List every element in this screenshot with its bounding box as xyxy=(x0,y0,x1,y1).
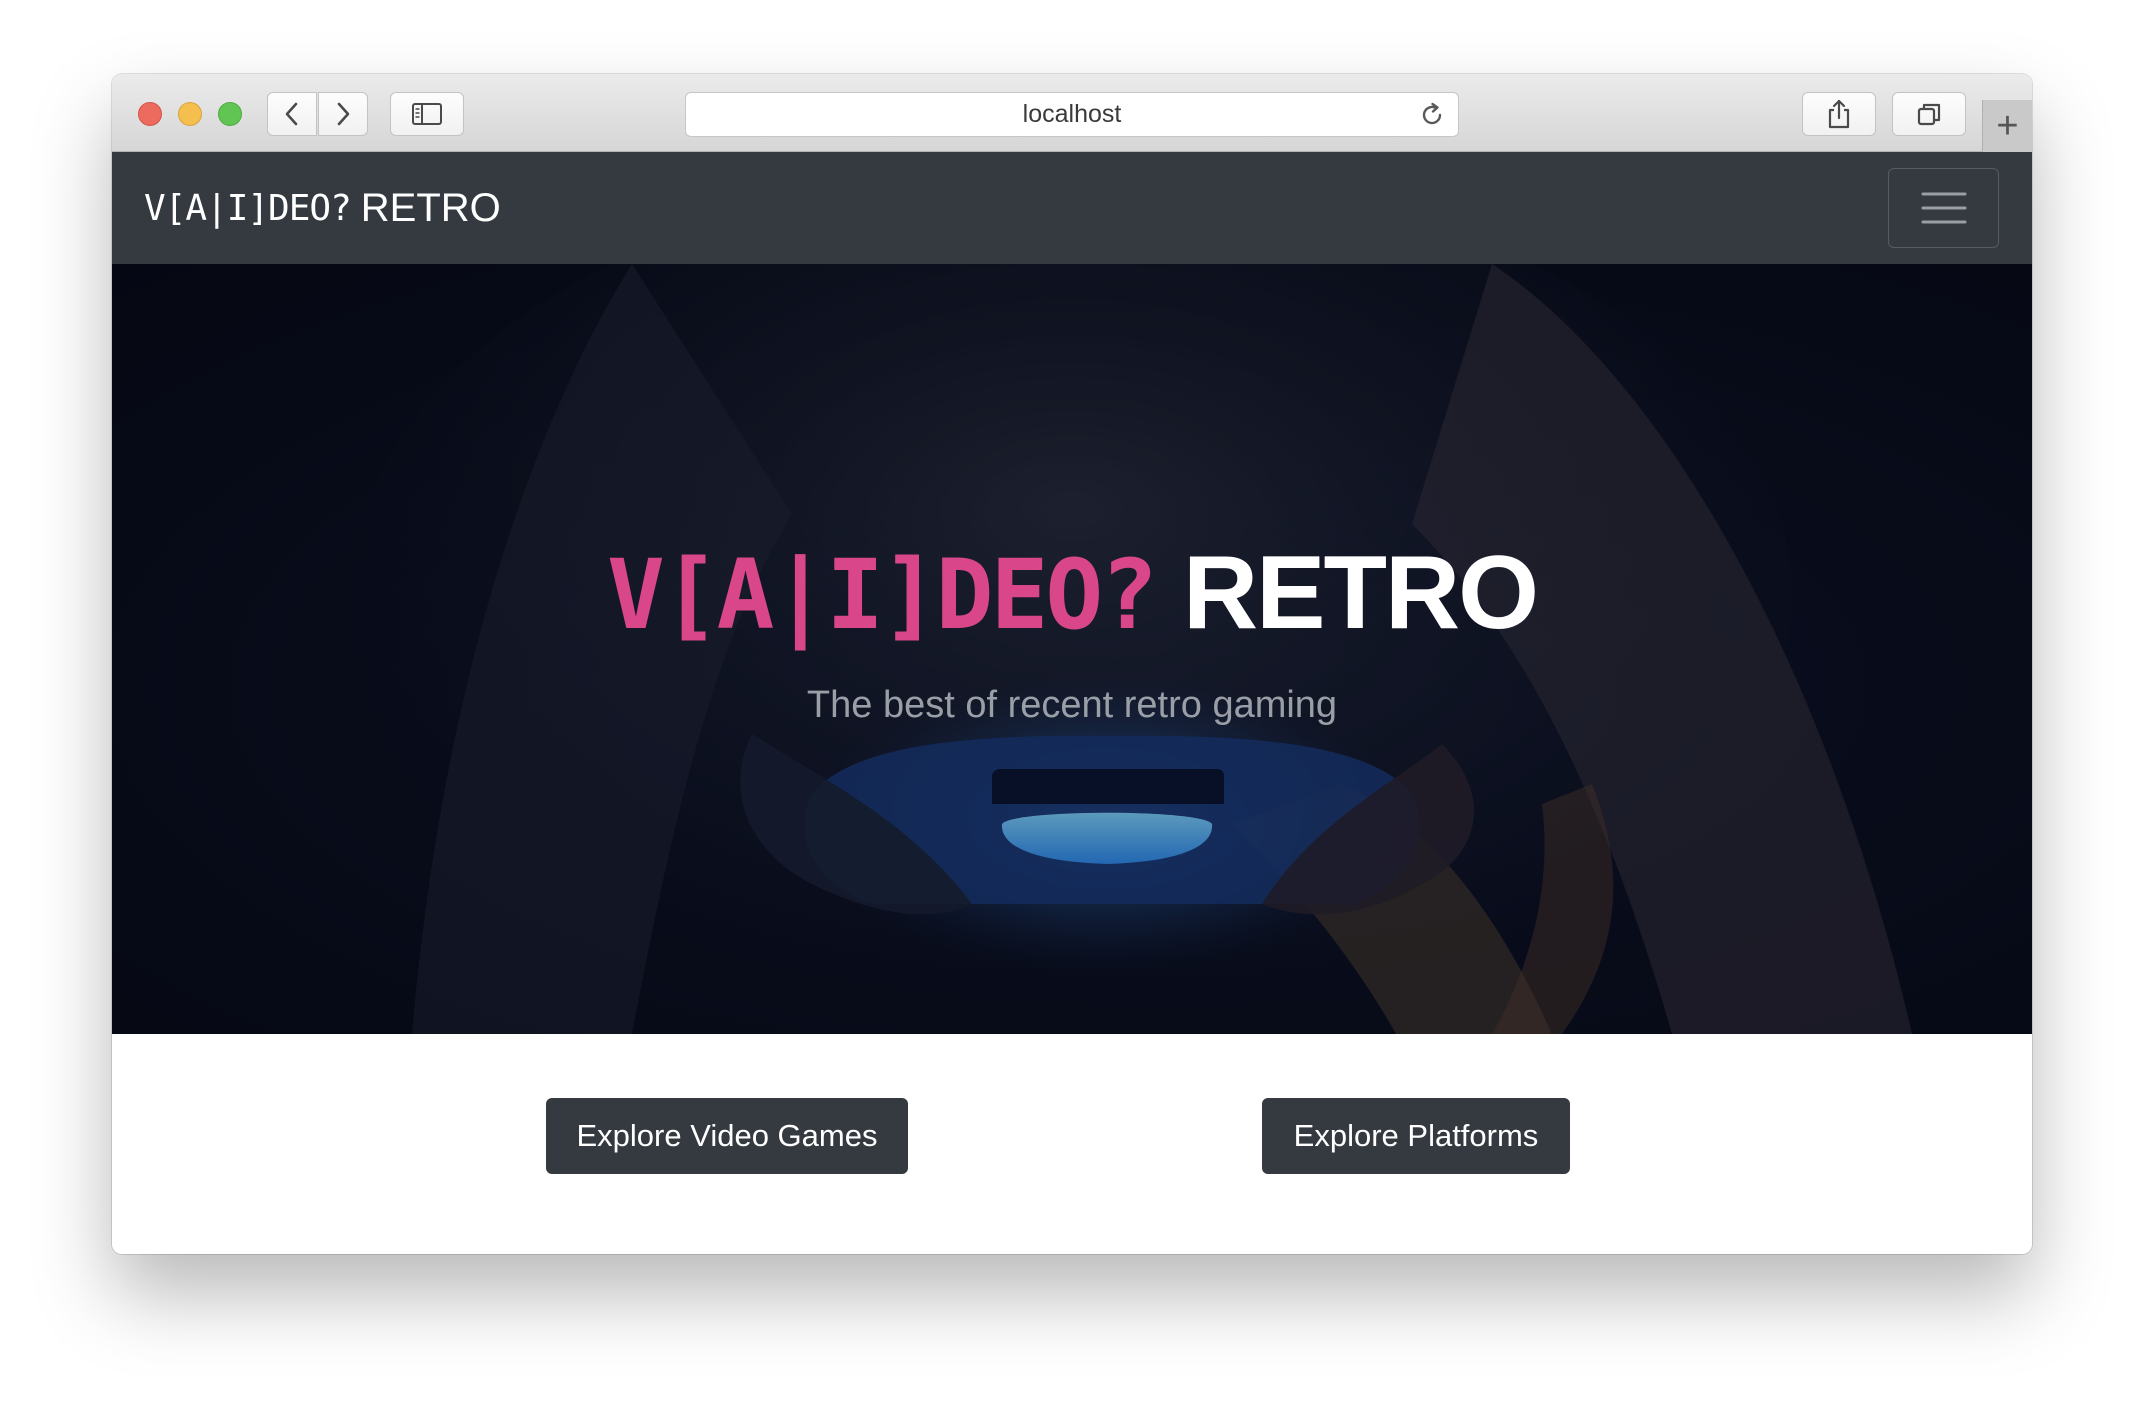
page-viewport: V[A|I]DEO? RETRO V[A|I]DEO? RETRO The be… xyxy=(112,152,2032,1254)
sidebar-icon xyxy=(412,103,442,125)
url-text: localhost xyxy=(1022,100,1122,128)
chevron-right-icon xyxy=(337,102,350,126)
tabs-overview-icon xyxy=(1917,103,1941,126)
reload-icon[interactable] xyxy=(1418,101,1446,129)
chevron-left-icon xyxy=(285,102,298,126)
explore-video-games-button[interactable]: Explore Video Games xyxy=(546,1098,908,1174)
hero-title-text: RETRO xyxy=(1182,535,1539,651)
desktop-background: localhost + V[A|I]DEO? RETRO V[A|I]DEO? … xyxy=(0,0,2144,1402)
window-close-button[interactable] xyxy=(138,102,162,126)
tab-overview-button[interactable] xyxy=(1892,92,1966,136)
forward-button[interactable] xyxy=(318,92,368,136)
explore-platforms-button[interactable]: Explore Platforms xyxy=(1262,1098,1570,1174)
new-tab-button[interactable]: + xyxy=(1982,100,2032,152)
browser-window: localhost + V[A|I]DEO? RETRO V[A|I]DEO? … xyxy=(112,74,2032,1254)
address-bar[interactable]: localhost xyxy=(685,92,1459,137)
share-button[interactable] xyxy=(1802,92,1876,136)
hero-banner: V[A|I]DEO? RETRO The best of recent retr… xyxy=(112,264,2032,1034)
sidebar-toggle-button[interactable] xyxy=(390,92,464,136)
window-minimize-button[interactable] xyxy=(178,102,202,126)
hero-subtitle: The best of recent retro gaming xyxy=(806,684,1338,726)
window-maximize-button[interactable] xyxy=(218,102,242,126)
hero-title: V[A|I]DEO? RETRO xyxy=(112,534,2032,653)
site-brand-link[interactable]: V[A|I]DEO? RETRO xyxy=(144,182,501,234)
browser-toolbar: localhost + xyxy=(112,74,2032,152)
hamburger-menu-icon xyxy=(1921,192,1966,224)
site-navbar: V[A|I]DEO? RETRO xyxy=(112,152,2032,264)
brand-mono-text: V[A|I]DEO? xyxy=(144,187,352,229)
share-icon xyxy=(1828,99,1850,129)
back-button[interactable] xyxy=(267,92,317,136)
call-to-action-section: Explore Video Games Explore Platforms xyxy=(112,1034,2032,1254)
navbar-toggler-button[interactable] xyxy=(1888,168,1999,248)
hero-title-mono: V[A|I]DEO? xyxy=(607,539,1158,651)
plus-icon: + xyxy=(1996,104,2019,147)
brand-text: RETRO xyxy=(360,185,501,230)
